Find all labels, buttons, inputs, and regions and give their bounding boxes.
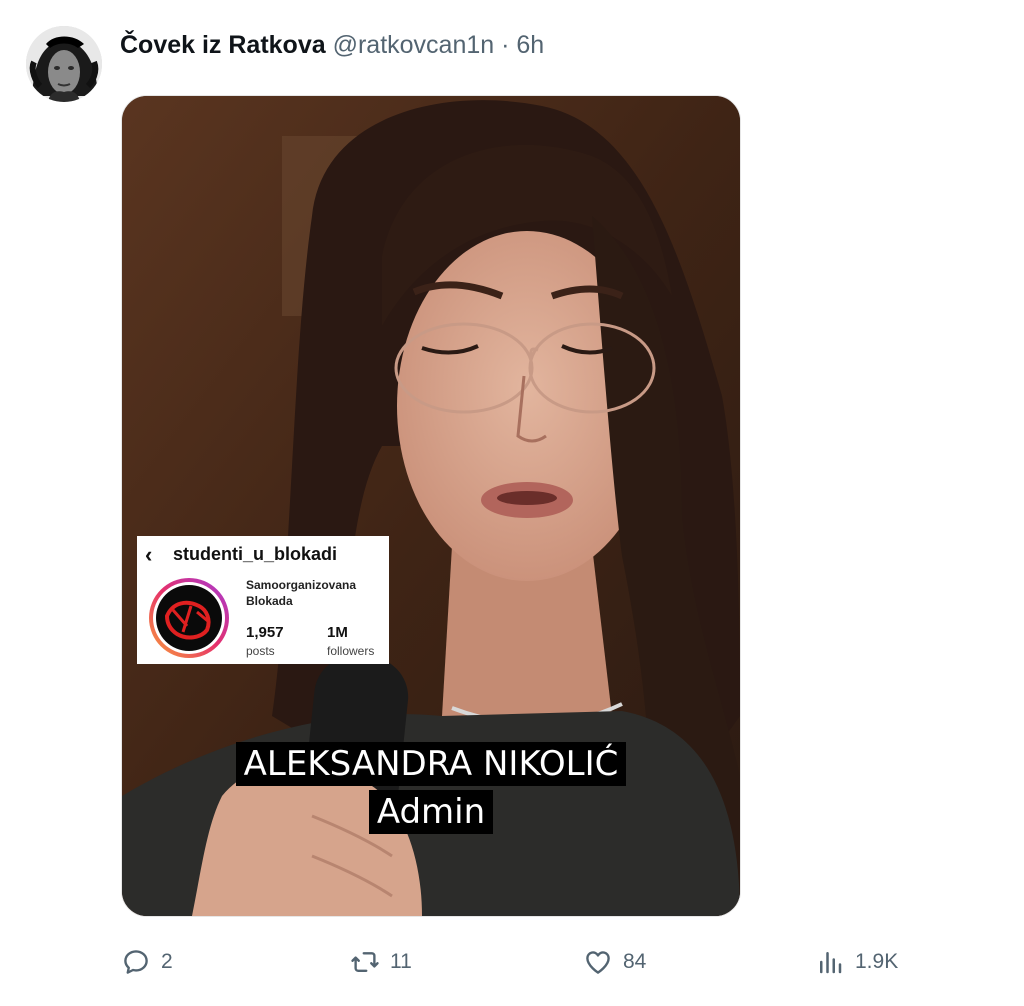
like-button[interactable]: 84 (583, 942, 646, 982)
caption-name: ALEKSANDRA NIKOLIĆ (235, 742, 627, 786)
separator-dot: · (501, 31, 510, 59)
author-avatar[interactable] (26, 26, 102, 102)
caption-role: Admin (368, 790, 494, 834)
tweet-header: Čovek iz Ratkova @ratkovcan1n · 6h (120, 28, 544, 62)
reply-button[interactable]: 2 (121, 942, 173, 982)
ig-bio-line2: Blokada (246, 594, 293, 608)
reply-icon (124, 950, 148, 974)
ig-profile-avatar (147, 576, 231, 660)
ig-posts-count: 1,957 (246, 624, 284, 641)
ig-posts-label: posts (246, 644, 275, 658)
caption-line-1-wrapper: ALEKSANDRA NIKOLIĆ (122, 742, 740, 786)
author-handle[interactable]: @ratkovcan1n (333, 31, 495, 59)
chevron-left-icon: ‹ (145, 542, 153, 567)
tweet-time[interactable]: 6h (516, 31, 544, 59)
avatar-image (26, 26, 102, 102)
repost-icon (351, 952, 379, 972)
tweet-media-image[interactable]: ‹ studenti_u_blokadi Samoorganizovana Bl… (121, 95, 741, 917)
repost-button[interactable]: 11 (350, 942, 412, 982)
caption-line-2-wrapper: Admin (122, 790, 740, 834)
author-name[interactable]: Čovek iz Ratkova (120, 31, 326, 59)
views-button[interactable]: 1.9K (815, 942, 898, 982)
ig-followers-label: followers (327, 644, 375, 658)
view-count: 1.9K (855, 950, 899, 973)
instagram-profile-overlay: ‹ studenti_u_blokadi Samoorganizovana Bl… (137, 536, 389, 664)
tweet: Čovek iz Ratkova @ratkovcan1n · 6h ‹ stu… (0, 0, 1024, 1006)
views-chart-icon (820, 952, 842, 974)
ig-followers-count: 1M (327, 624, 348, 641)
ig-username: studenti_u_blokadi (173, 544, 338, 564)
repost-count: 11 (390, 950, 412, 973)
reply-count: 2 (161, 950, 173, 973)
ig-bio-line1: Samoorganizovana (246, 578, 357, 592)
like-count: 84 (623, 950, 647, 973)
heart-icon (586, 951, 610, 974)
tweet-action-bar: 2 11 84 1.9K (0, 942, 1024, 982)
